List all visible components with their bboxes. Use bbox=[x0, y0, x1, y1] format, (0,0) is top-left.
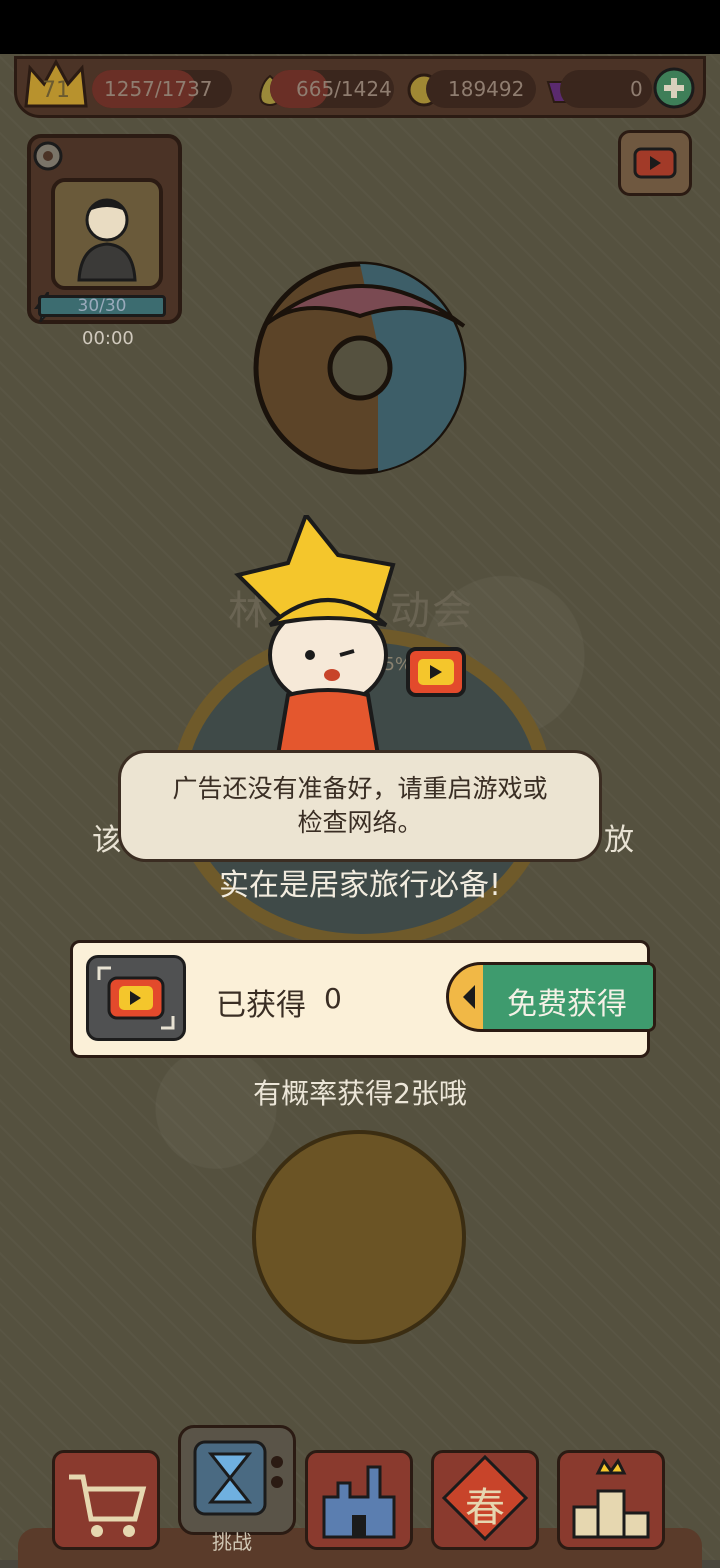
tv-icon bbox=[193, 1440, 283, 1516]
castle-icon bbox=[322, 1465, 396, 1539]
spring-festival-button[interactable]: 春 bbox=[431, 1450, 539, 1550]
challenge-label: 挑战 bbox=[212, 1530, 252, 1554]
ranking-button[interactable] bbox=[557, 1450, 665, 1550]
status-bar bbox=[0, 0, 720, 54]
challenge-button[interactable] bbox=[178, 1425, 296, 1535]
castle-button[interactable] bbox=[305, 1450, 413, 1550]
cart-icon bbox=[69, 1474, 147, 1537]
podium-icon bbox=[572, 1458, 650, 1539]
modal-dim-overlay bbox=[0, 54, 720, 1560]
shop-button[interactable] bbox=[52, 1450, 160, 1550]
